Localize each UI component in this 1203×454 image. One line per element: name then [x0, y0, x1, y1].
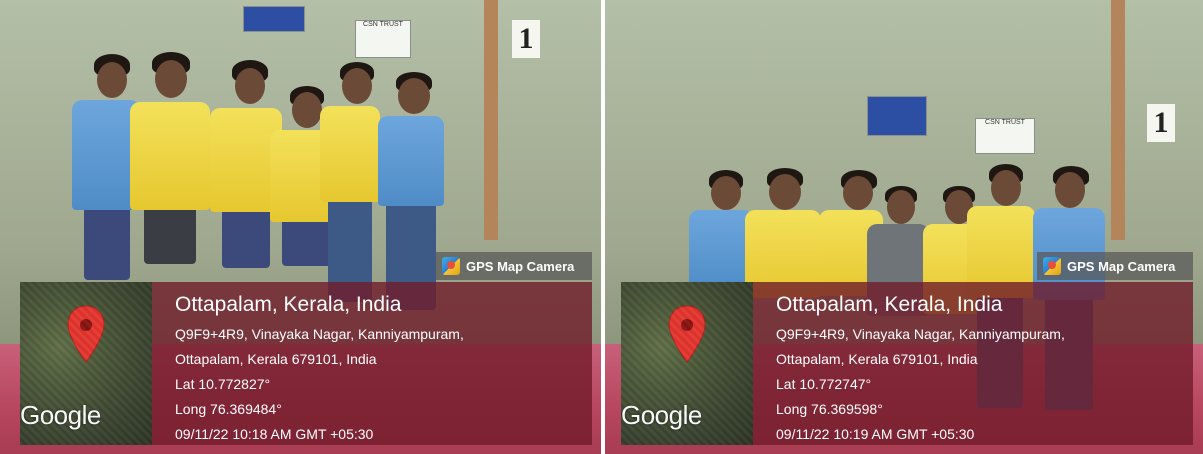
- latitude: Lat 10.772827°: [175, 376, 271, 392]
- timestamp: 09/11/22 10:19 AM GMT +05:30: [776, 426, 975, 442]
- stadium-banner: [243, 6, 305, 32]
- map-thumbnail: Google: [20, 282, 152, 445]
- gps-map-camera-icon: [1043, 257, 1061, 275]
- map-pin-icon: [67, 305, 105, 363]
- map-pin-icon: [668, 305, 706, 363]
- location-title: Ottapalam, Kerala, India: [776, 293, 1003, 316]
- wall-pillar: [1111, 0, 1125, 240]
- google-logo: Google: [621, 400, 702, 430]
- longitude: Long 76.369598°: [776, 401, 883, 417]
- address-line-1: Q9F9+4R9, Vinayaka Nagar, Kanniyampuram,: [776, 326, 1065, 342]
- gps-map-camera-badge: GPS Map Camera: [1037, 252, 1193, 280]
- court-number-card: 1: [1147, 104, 1175, 142]
- geotagged-photo-1: CSN TRUST 1 GPS Map Camera Google Ottapa…: [0, 0, 601, 454]
- location-info: Ottapalam, Kerala, India Q9F9+4R9, Vinay…: [776, 292, 1196, 447]
- longitude: Long 76.369484°: [175, 401, 282, 417]
- location-info: Ottapalam, Kerala, India Q9F9+4R9, Vinay…: [175, 292, 595, 447]
- address-line-1: Q9F9+4R9, Vinayaka Nagar, Kanniyampuram,: [175, 326, 464, 342]
- notice-sign: CSN TRUST: [975, 118, 1035, 154]
- gps-map-camera-icon: [442, 257, 460, 275]
- map-thumbnail: Google: [621, 282, 753, 445]
- address-line-2: Ottapalam, Kerala 679101, India: [175, 351, 377, 367]
- gps-badge-label: GPS Map Camera: [466, 258, 575, 274]
- location-title: Ottapalam, Kerala, India: [175, 293, 402, 316]
- google-logo: Google: [20, 400, 101, 430]
- stadium-banner: [867, 96, 927, 136]
- latitude: Lat 10.772747°: [776, 376, 872, 392]
- wall-pillar: [484, 0, 498, 240]
- notice-sign: CSN TRUST: [355, 20, 411, 58]
- address-line-2: Ottapalam, Kerala 679101, India: [776, 351, 978, 367]
- timestamp: 09/11/22 10:18 AM GMT +05:30: [175, 426, 374, 442]
- gps-badge-label: GPS Map Camera: [1067, 258, 1176, 274]
- court-number-card: 1: [512, 20, 540, 58]
- gps-map-camera-badge: GPS Map Camera: [436, 252, 592, 280]
- geotagged-photo-2: CSN TRUST 1 GPS Map Camera Google Ottapa…: [605, 0, 1203, 454]
